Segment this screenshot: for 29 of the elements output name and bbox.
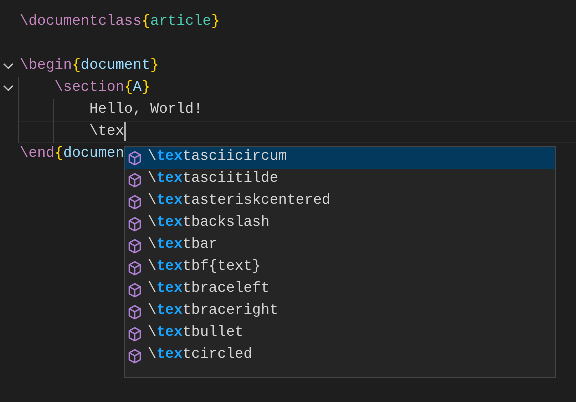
cube-icon — [128, 216, 142, 232]
cube-icon — [128, 348, 142, 364]
chevron-down-icon[interactable] — [3, 61, 14, 71]
code-line: \end{documen — [20, 145, 124, 164]
suggestion-item[interactable]: \textbullet — [125, 323, 555, 345]
cube-icon — [128, 304, 142, 320]
suggestion-item[interactable]: \textasciitilde — [125, 169, 555, 191]
chevron-down-icon[interactable] — [3, 83, 14, 93]
suggestion-item[interactable]: \textbraceleft — [125, 279, 555, 301]
cube-icon — [128, 194, 142, 210]
cube-icon — [128, 172, 142, 188]
text-cursor — [124, 122, 126, 141]
suggestion-item[interactable]: \textbar — [125, 235, 555, 257]
suggestion-item[interactable]: \textasciicircum — [125, 147, 555, 169]
cube-icon — [128, 238, 142, 254]
code-line: \section{A} — [54, 79, 151, 98]
suggestion-item[interactable]: \textbraceright — [125, 301, 555, 323]
suggestion-item[interactable]: \textbf{text} — [125, 257, 555, 279]
suggestion-item[interactable]: \textasteriskcentered — [125, 191, 555, 213]
code-line: \begin{document} — [20, 57, 160, 76]
cube-icon — [128, 282, 142, 298]
suggestion-item[interactable]: \textcircled — [125, 345, 555, 367]
cube-icon — [128, 150, 142, 166]
cube-icon — [128, 326, 142, 342]
cube-icon — [128, 260, 142, 276]
code-line: Hello, World! — [90, 101, 203, 120]
suggestion-item[interactable]: \textbackslash — [125, 213, 555, 235]
code-line: \tex — [90, 121, 126, 143]
code-line: \documentclass{article} — [20, 13, 220, 32]
